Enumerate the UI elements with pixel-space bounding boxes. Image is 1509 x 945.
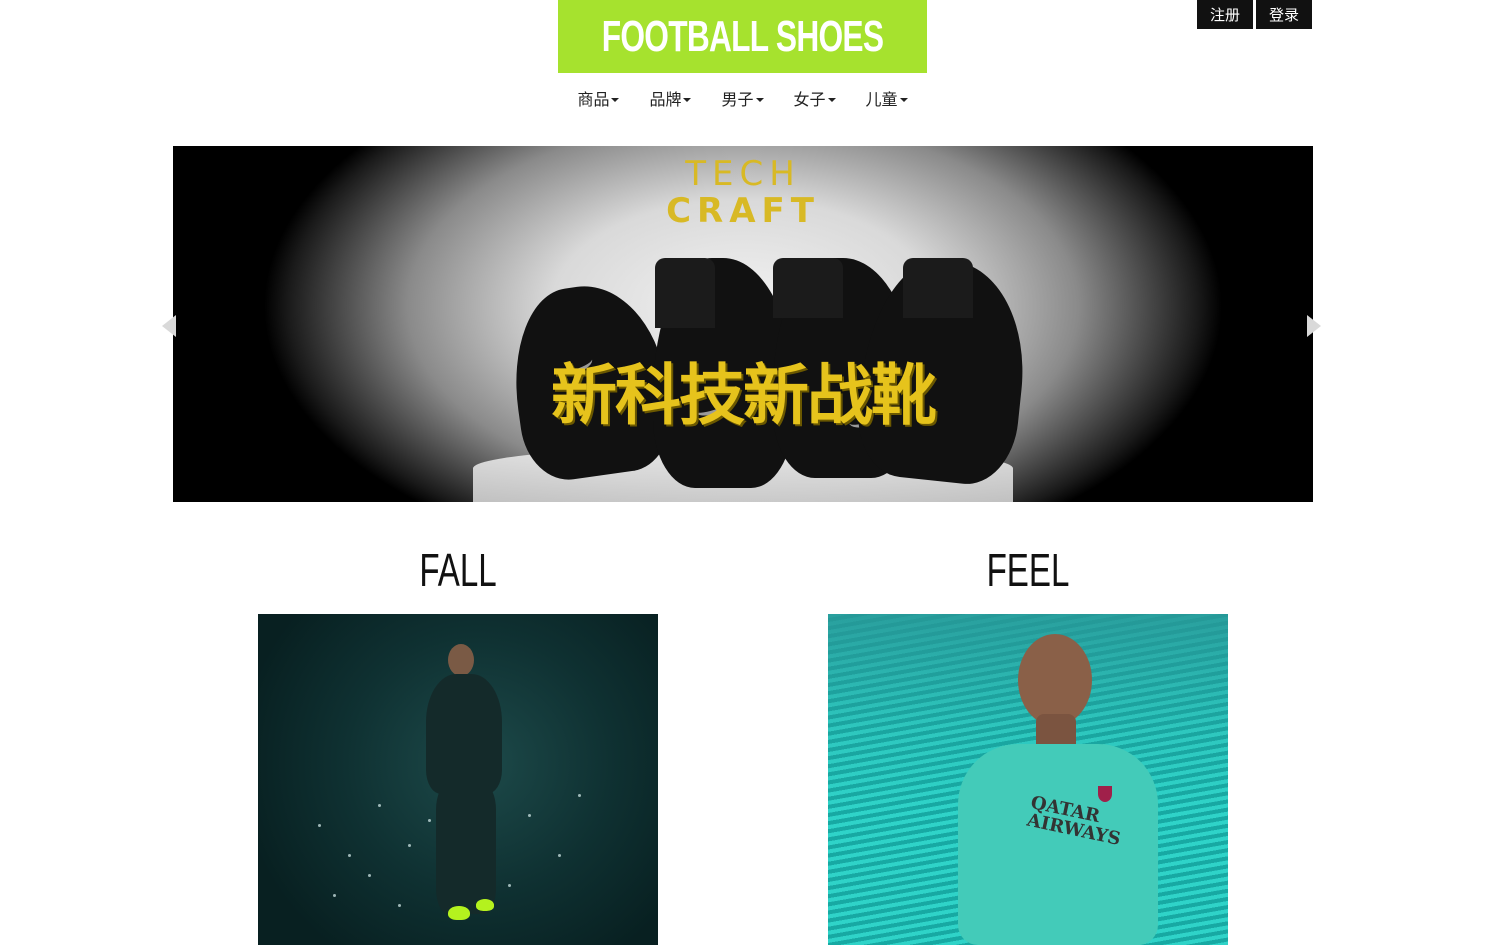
register-button[interactable]: 注册 (1197, 0, 1253, 29)
caret-down-icon (899, 98, 908, 102)
spray-particle (333, 894, 336, 897)
player-legs (436, 784, 496, 914)
spray-particle (528, 814, 531, 817)
login-button[interactable]: 登录 (1256, 0, 1312, 29)
nav-item-brands[interactable]: 品牌 (649, 86, 692, 110)
feature-image-fall[interactable] (258, 614, 658, 945)
caret-down-icon (755, 98, 764, 102)
page: FOOTBALL SHOES 注册 登录 商品 品牌 男子 女子 儿童 TECH… (0, 0, 1509, 945)
nav-item-label: 女子 (793, 90, 826, 109)
nav-item-label: 男子 (721, 90, 754, 109)
nav-item-men[interactable]: 男子 (721, 86, 764, 110)
nav-item-products[interactable]: 商品 (577, 86, 620, 110)
spray-particle (348, 854, 351, 857)
caret-down-icon (611, 98, 620, 102)
boot-collar (655, 258, 715, 328)
player-head (448, 644, 474, 676)
boot-collar (773, 258, 843, 318)
player-figure (426, 674, 502, 794)
carousel-prev-button[interactable] (157, 310, 181, 342)
carousel-slogan: 新科技新战靴 (551, 357, 937, 434)
site-logo[interactable]: FOOTBALL SHOES (558, 0, 927, 73)
nav-item-label: 商品 (577, 90, 610, 109)
spray-particle (558, 854, 561, 857)
spray-particle (508, 884, 511, 887)
player-jersey (958, 744, 1158, 945)
spray-particle (378, 804, 381, 807)
nav-item-women[interactable]: 女子 (794, 86, 836, 110)
hero-carousel[interactable]: TECH CRAFT 新科技新战靴 (173, 146, 1313, 502)
nav-item-label: 儿童 (865, 90, 898, 109)
feature-title-feel: FEEL (986, 544, 1070, 596)
player-boot (448, 906, 470, 920)
spray-particle (408, 844, 411, 847)
spray-particle (578, 794, 581, 797)
logo-text: FOOTBALL SHOES (601, 11, 884, 61)
carousel-title: TECH CRAFT (173, 156, 1313, 230)
main-nav: 商品 品牌 男子 女子 儿童 (0, 86, 1497, 110)
chevron-right-icon (1307, 315, 1321, 337)
spray-particle (428, 819, 431, 822)
feature-title-fall: FALL (419, 544, 497, 596)
spray-particle (398, 904, 401, 907)
caret-down-icon (683, 98, 692, 102)
carousel-next-button[interactable] (1302, 310, 1326, 342)
spray-particle (368, 874, 371, 877)
chevron-left-icon (162, 315, 176, 337)
caret-down-icon (827, 98, 836, 102)
feature-image-feel[interactable]: QATAR AIRWAYS (828, 614, 1228, 945)
nav-item-label: 品牌 (649, 90, 682, 109)
player-head (1018, 634, 1092, 726)
club-badge (1098, 786, 1112, 802)
spray-particle (318, 824, 321, 827)
nav-item-kids[interactable]: 儿童 (866, 86, 908, 110)
player-boot (476, 899, 494, 911)
carousel-title-line1: TECH (685, 154, 801, 194)
boot-collar (903, 258, 973, 318)
auth-buttons: 注册 登录 (1197, 0, 1312, 29)
carousel-title-line2: CRAFT (666, 191, 820, 231)
